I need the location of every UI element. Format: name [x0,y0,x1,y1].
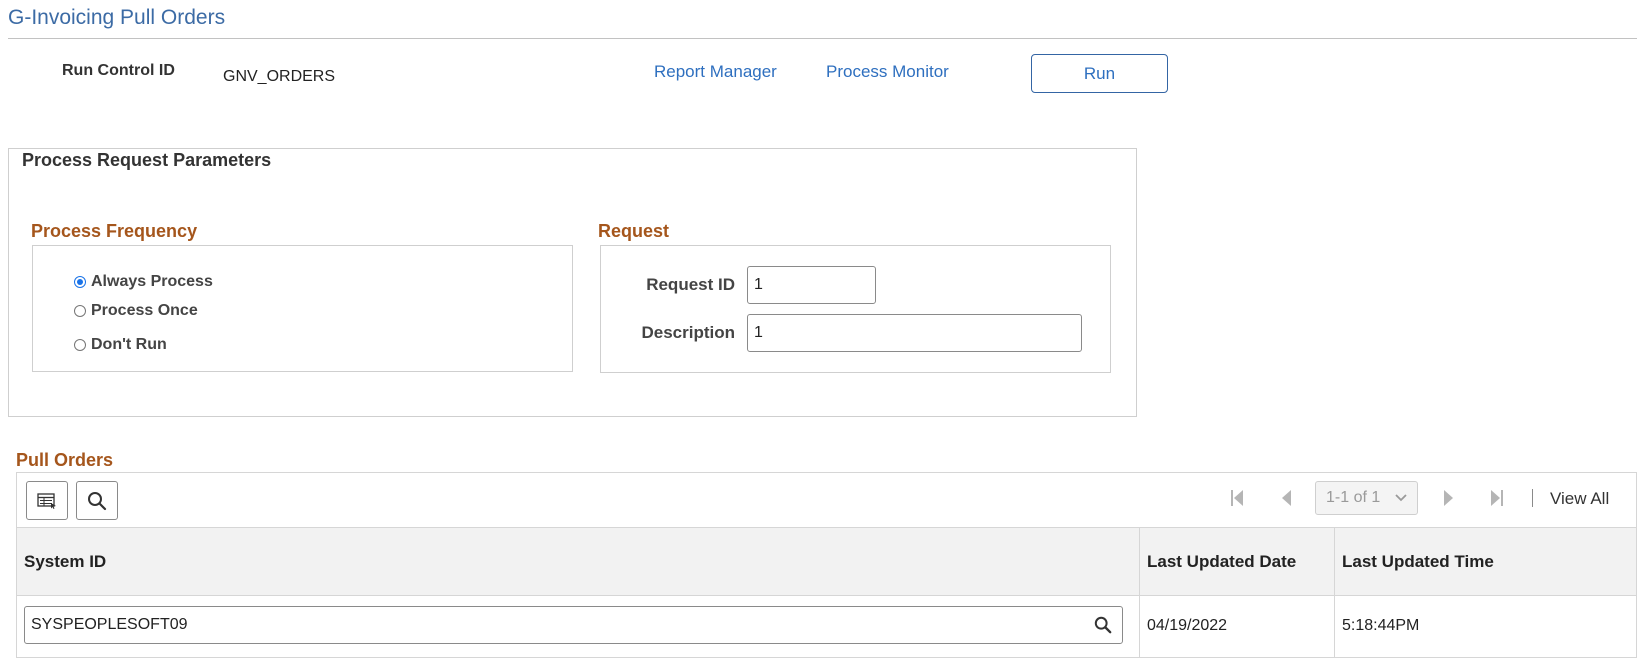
system-id-value: SYSPEOPLESOFT09 [31,616,188,633]
radio-process-once[interactable]: Process Once [74,302,198,320]
radio-label: Always Process [91,273,213,290]
grid-personalize-button[interactable] [26,481,68,520]
pager-range: 1-1 of 1 [1326,489,1381,506]
last-page-icon[interactable] [1490,489,1504,512]
request-id-input[interactable]: 1 [747,266,876,304]
grid-search-button[interactable] [76,481,118,520]
column-divider [1334,527,1335,658]
title-divider [8,38,1637,39]
search-icon[interactable] [1094,616,1112,634]
previous-page-icon[interactable] [1280,489,1292,512]
request-title: Request [598,221,670,241]
pager-range-select[interactable]: 1-1 of 1 [1315,481,1418,515]
run-control-id-value: GNV_ORDERS [223,68,336,85]
chevron-down-icon [1395,494,1407,502]
column-divider [1139,527,1140,658]
radio-label: Don't Run [91,336,167,353]
process-request-parameters-title: Process Request Parameters [22,150,272,170]
radio-label: Process Once [91,302,198,319]
request-group [600,245,1111,373]
description-label: Description [641,323,735,342]
pager-divider [1532,489,1533,507]
process-frequency-title: Process Frequency [31,221,198,241]
run-control-id-label: Run Control ID [62,62,175,79]
last-updated-date-value: 04/19/2022 [1147,617,1228,634]
description-input[interactable]: 1 [747,314,1082,352]
process-monitor-link[interactable]: Process Monitor [826,62,949,82]
radio-button[interactable] [74,305,86,317]
report-manager-link[interactable]: Report Manager [654,62,777,82]
search-icon [88,491,107,510]
request-id-label: Request ID [646,275,735,294]
next-page-icon[interactable] [1443,489,1455,512]
radio-button-checked[interactable] [74,276,86,288]
last-updated-time-value: 5:18:44PM [1342,617,1420,634]
view-all-link[interactable]: View All [1550,489,1609,509]
first-page-icon[interactable] [1230,489,1244,512]
column-header-last-updated-time[interactable]: Last Updated Time [1342,552,1494,572]
system-id-input[interactable]: SYSPEOPLESOFT09 [24,606,1123,644]
run-button[interactable]: Run [1031,54,1168,93]
pull-orders-title: Pull Orders [16,450,114,470]
page-title: G-Invoicing Pull Orders [8,6,226,29]
radio-button[interactable] [74,339,86,351]
radio-dont-run[interactable]: Don't Run [74,336,167,354]
column-header-last-updated-date[interactable]: Last Updated Date [1147,552,1296,572]
radio-always-process[interactable]: Always Process [74,273,213,291]
column-header-system-id[interactable]: System ID [24,552,106,572]
grid-personalize-icon [37,492,56,509]
